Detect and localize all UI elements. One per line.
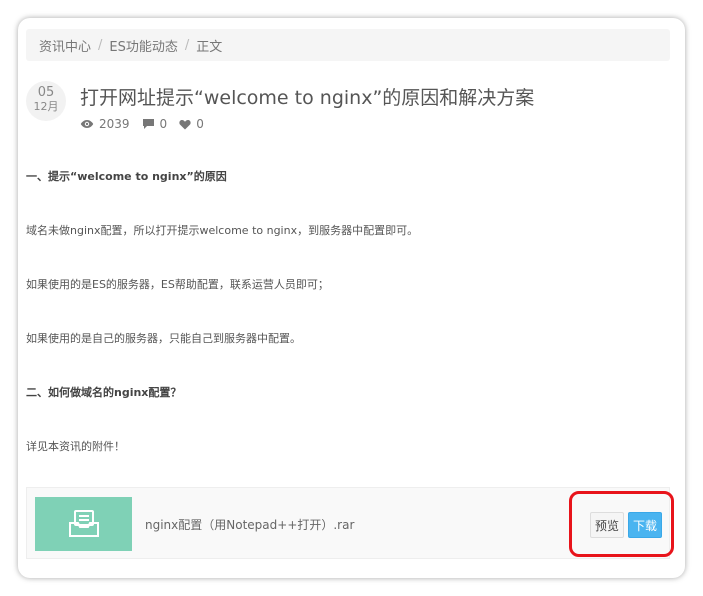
breadcrumb-item-current: 正文 bbox=[196, 39, 223, 55]
date-month: 12月 bbox=[33, 100, 59, 113]
breadcrumb: 资讯中心 / ES功能动态 / 正文 bbox=[26, 29, 670, 61]
comment-icon bbox=[142, 119, 154, 129]
date-badge: 05 12月 bbox=[26, 81, 66, 121]
breadcrumb-item-news-center[interactable]: 资讯中心 bbox=[39, 36, 91, 55]
paragraph: 如果使用的是ES的服务器，ES帮助配置，联系运营人员即可； bbox=[26, 278, 329, 291]
paragraph: 如果使用的是自己的服务器，只能自己到服务器中配置。 bbox=[26, 332, 301, 345]
download-button[interactable]: 下载 bbox=[628, 512, 662, 538]
section-heading: 二、如何做域名的nginx配置？ bbox=[26, 386, 182, 399]
eye-icon bbox=[80, 120, 94, 128]
preview-button[interactable]: 预览 bbox=[590, 512, 624, 538]
date-day: 05 bbox=[37, 85, 55, 100]
views-value: 2039 bbox=[99, 117, 130, 131]
article-meta: 2039 0 0 bbox=[80, 117, 216, 131]
attachment-filename: nginx配置（用Notepad++打开）.rar bbox=[145, 518, 355, 532]
likes-value: 0 bbox=[196, 117, 204, 131]
paragraph: 域名未做nginx配置，所以打开提示welcome to nginx，到服务器中… bbox=[26, 224, 419, 237]
inbox-icon bbox=[68, 510, 99, 537]
attachment-card: nginx配置（用Notepad++打开）.rar 预览 下载 bbox=[26, 487, 670, 559]
likes-count[interactable]: 0 bbox=[179, 117, 204, 131]
breadcrumb-item-es-updates[interactable]: ES功能动态 bbox=[109, 36, 177, 55]
breadcrumb-separator: / bbox=[184, 37, 190, 53]
comments-count: 0 bbox=[142, 117, 168, 131]
comments-value: 0 bbox=[159, 117, 168, 131]
paragraph: 详见本资讯的附件！ bbox=[26, 440, 125, 453]
heart-icon bbox=[179, 119, 191, 129]
page-title: 打开网址提示“welcome to nginx”的原因和解决方案 bbox=[80, 87, 535, 109]
attachment-thumbnail bbox=[35, 497, 132, 551]
breadcrumb-separator: / bbox=[98, 37, 103, 53]
section-heading: 一、提示“welcome to nginx”的原因 bbox=[26, 170, 227, 183]
views-count: 2039 bbox=[80, 117, 130, 131]
